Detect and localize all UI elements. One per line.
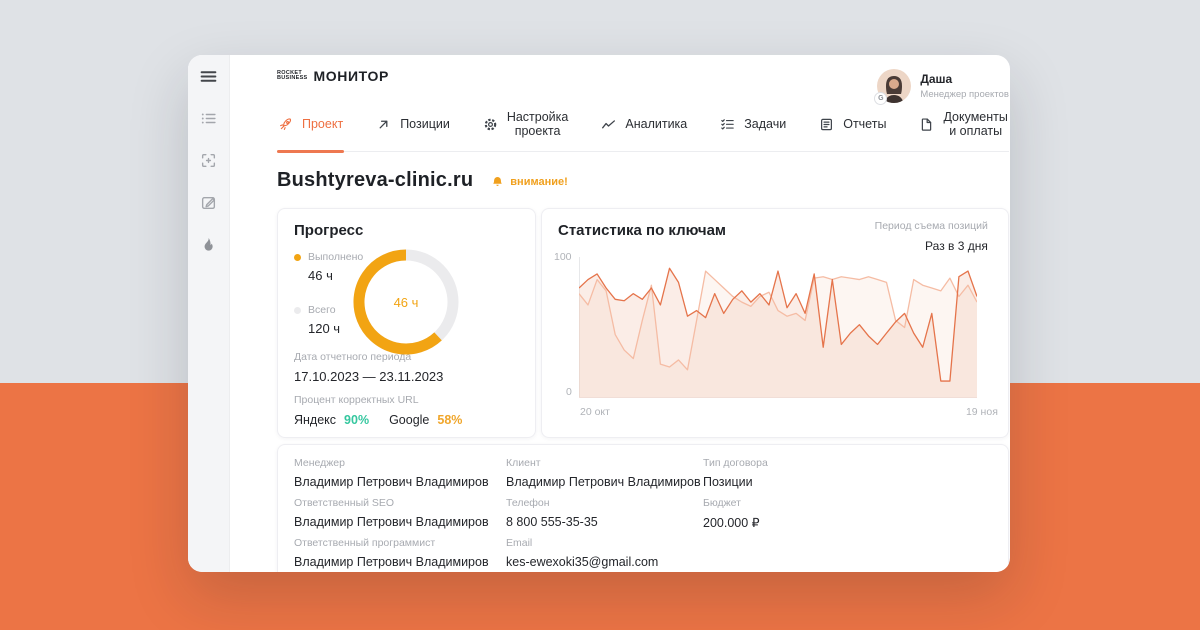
google-label: Google: [389, 413, 430, 427]
gear-icon: [483, 117, 498, 132]
tab-positions[interactable]: Позиции: [375, 110, 451, 151]
field-manager: Менеджер Владимир Петрович Владимиров: [294, 457, 489, 489]
stats-title: Статистика по ключам: [558, 222, 727, 239]
report-period: Дата отчетного периода 17.10.2023 — 23.1…: [294, 351, 443, 384]
progress-card: Прогресс Выполнено 46 ч Всего 120 ч 46 ч…: [277, 208, 536, 438]
progress-title: Прогресс: [294, 222, 364, 239]
alert-text: внимание!: [510, 176, 568, 188]
nav-tabs: Проект Позиции Настройка проекта Аналити…: [277, 110, 1009, 153]
tab-analytics[interactable]: Аналитика: [600, 110, 688, 151]
user-role: Менеджер проектов: [920, 89, 1009, 100]
y-axis-min: 0: [566, 386, 572, 398]
g-badge: G: [874, 92, 888, 105]
logo: ROCKET BUSINESS МОНИТОР: [277, 68, 389, 84]
field-budget: Бюджет 200.000 ₽: [703, 497, 760, 530]
chart-line-icon: [601, 117, 616, 132]
rocket-icon: [278, 117, 293, 132]
tab-project-settings[interactable]: Настройка проекта: [482, 110, 570, 151]
field-responsible-programmer: Ответственный программист Владимир Петро…: [294, 537, 489, 569]
progress-donut: 46 ч: [351, 247, 461, 357]
yandex-percent: 90%: [344, 413, 370, 427]
bell-icon: [493, 176, 503, 186]
app-window: ROCKET BUSINESS МОНИТОР G Даша Менеджер …: [188, 55, 1010, 572]
tab-documents[interactable]: Документы и оплаты: [918, 110, 1008, 151]
document-icon: [919, 117, 934, 132]
report-period-label: Дата отчетного периода: [294, 351, 412, 363]
poll-period-value: Раз в 3 дня: [925, 239, 988, 253]
x-axis-end: 19 ноя: [965, 406, 998, 418]
info-column-2: Клиент Владимир Петрович Владимиров Теле…: [506, 457, 703, 569]
google-percent: 58%: [437, 413, 463, 427]
field-email: Email kes-ewexoki35@gmail.com: [506, 537, 659, 569]
total-label: Всего: [308, 304, 336, 316]
user-chip[interactable]: G Даша Менеджер проектов: [874, 69, 1009, 105]
checklist-icon: [720, 117, 735, 132]
total-value: 120 ч: [308, 321, 341, 336]
field-phone: Телефон 8 800 555-35-35: [506, 497, 598, 529]
fire-icon[interactable]: [199, 234, 219, 254]
report-icon: [819, 117, 834, 132]
edit-icon[interactable]: [199, 192, 219, 212]
poll-period-label: Период съема позиций: [874, 220, 988, 232]
correct-url-label: Процент корректных URL: [294, 394, 419, 406]
tab-reports[interactable]: Отчеты: [818, 110, 887, 151]
poll-period: Период съема позиций Раз в 3 дня: [875, 220, 988, 253]
info-column-3: Тип договора Позиции Бюджет 200.000 ₽: [703, 457, 992, 568]
field-client: Клиент Владимир Петрович Владимиров: [506, 457, 701, 489]
cards-row: Прогресс Выполнено 46 ч Всего 120 ч 46 ч…: [277, 208, 1009, 438]
header: ROCKET BUSINESS МОНИТОР G Даша Менеджер …: [277, 55, 1009, 105]
y-axis-max: 100: [554, 251, 572, 263]
page-title: Bushtyreva-clinic.ru: [277, 169, 474, 191]
alert-badge[interactable]: внимание!: [491, 176, 568, 189]
donut-center-label: 46 ч: [393, 294, 419, 310]
keywords-line-chart: [579, 257, 977, 398]
arrow-up-right-icon: [376, 117, 391, 132]
total-dot: [294, 307, 301, 314]
main-area: ROCKET BUSINESS МОНИТОР G Даша Менеджер …: [230, 55, 1010, 572]
report-period-value: 17.10.2023 — 23.11.2023: [294, 369, 444, 384]
menu-icon[interactable]: [199, 66, 219, 86]
correct-url-block: Процент корректных URL Яндекс 90% Google…: [294, 394, 462, 427]
yandex-stat: Яндекс 90%: [294, 413, 369, 427]
logo-mark-line2: BUSINESS: [277, 75, 308, 81]
focus-icon[interactable]: [199, 150, 219, 170]
done-dot: [294, 254, 301, 261]
yandex-label: Яндекс: [294, 413, 337, 427]
x-axis-start: 20 окт: [580, 406, 610, 418]
google-stat: Google 58%: [389, 413, 462, 427]
project-info-card: Менеджер Владимир Петрович Владимиров От…: [277, 444, 1009, 572]
title-row: Bushtyreva-clinic.ru внимание!: [277, 169, 1009, 192]
product-name: МОНИТОР: [313, 68, 389, 84]
tab-project[interactable]: Проект: [277, 110, 345, 153]
info-column-1: Менеджер Владимир Петрович Владимиров От…: [294, 457, 506, 569]
user-name: Даша: [920, 72, 953, 86]
sidebar: [188, 55, 230, 572]
list-icon[interactable]: [199, 108, 219, 128]
tab-tasks[interactable]: Задачи: [719, 110, 787, 151]
logo-mark: ROCKET BUSINESS: [277, 70, 308, 81]
keywords-stats-card: Статистика по ключам Период съема позици…: [541, 208, 1009, 438]
field-responsible-seo: Ответственный SEO Владимир Петрович Влад…: [294, 497, 489, 529]
field-contract-type: Тип договора Позиции: [703, 457, 768, 489]
